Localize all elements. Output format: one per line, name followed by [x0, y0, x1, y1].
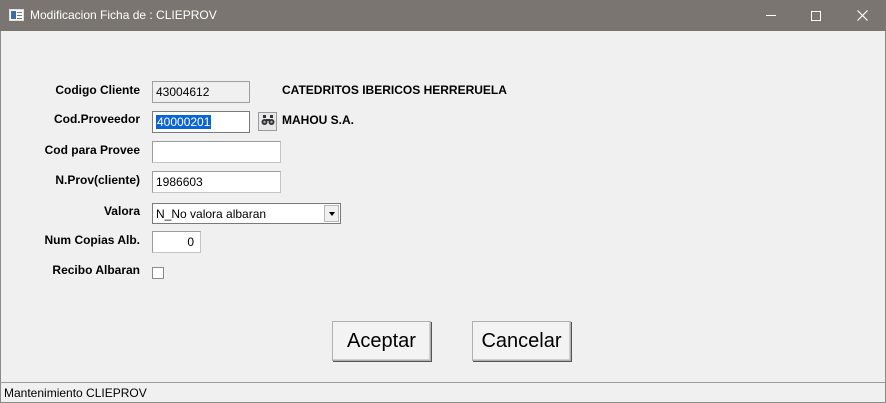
minimize-button[interactable] [749, 0, 793, 31]
proveedor-name: MAHOU S.A. [282, 113, 354, 127]
num-copias-label: Num Copias Alb. [44, 233, 140, 247]
close-icon [856, 10, 868, 21]
n-prov-cliente-label: N.Prov(cliente) [55, 173, 140, 187]
valora-select[interactable]: N_No valora albaran [152, 203, 341, 224]
binoculars-icon [261, 113, 275, 131]
cancel-button[interactable]: Cancelar [472, 321, 571, 361]
title-bar: Modificacion Ficha de : CLIEPROV [0, 0, 886, 31]
cod-proveedor-label: Cod.Proveedor [53, 112, 140, 126]
recibo-albaran-checkbox[interactable] [152, 267, 164, 279]
valora-selected: N_No valora albaran [156, 207, 267, 221]
lookup-button[interactable] [258, 112, 277, 131]
status-bar: Mantenimiento CLIEPROV [0, 382, 886, 403]
cod-para-provee-field[interactable] [152, 141, 281, 163]
accept-button[interactable]: Aceptar [332, 321, 431, 361]
cliente-name: CATEDRITOS IBERICOS HERRERUELA [282, 83, 507, 97]
close-button[interactable] [840, 0, 884, 31]
minimize-icon [766, 15, 776, 16]
window-title: Modificacion Ficha de : CLIEPROV [30, 8, 217, 22]
recibo-albaran-label: Recibo Albaran [52, 263, 140, 277]
num-copias-field[interactable]: 0 [152, 231, 201, 253]
codigo-cliente-field[interactable]: 43004612 [152, 81, 250, 103]
maximize-icon [811, 10, 821, 21]
cod-proveedor-value: 40000201 [156, 115, 212, 129]
codigo-cliente-label: Codigo Cliente [55, 83, 140, 97]
valora-label: Valora [103, 204, 140, 218]
maximize-button[interactable] [794, 0, 838, 31]
cod-para-provee-label: Cod para Provee [44, 143, 140, 157]
chevron-down-icon[interactable] [324, 205, 339, 222]
cod-proveedor-field[interactable]: 40000201 [152, 111, 250, 133]
n-prov-cliente-field[interactable]: 1986603 [152, 171, 281, 193]
status-text: Mantenimiento CLIEPROV [4, 386, 147, 400]
form-area: Codigo Cliente 43004612 CATEDRITOS IBERI… [0, 31, 886, 382]
app-window-icon[interactable] [9, 9, 24, 21]
